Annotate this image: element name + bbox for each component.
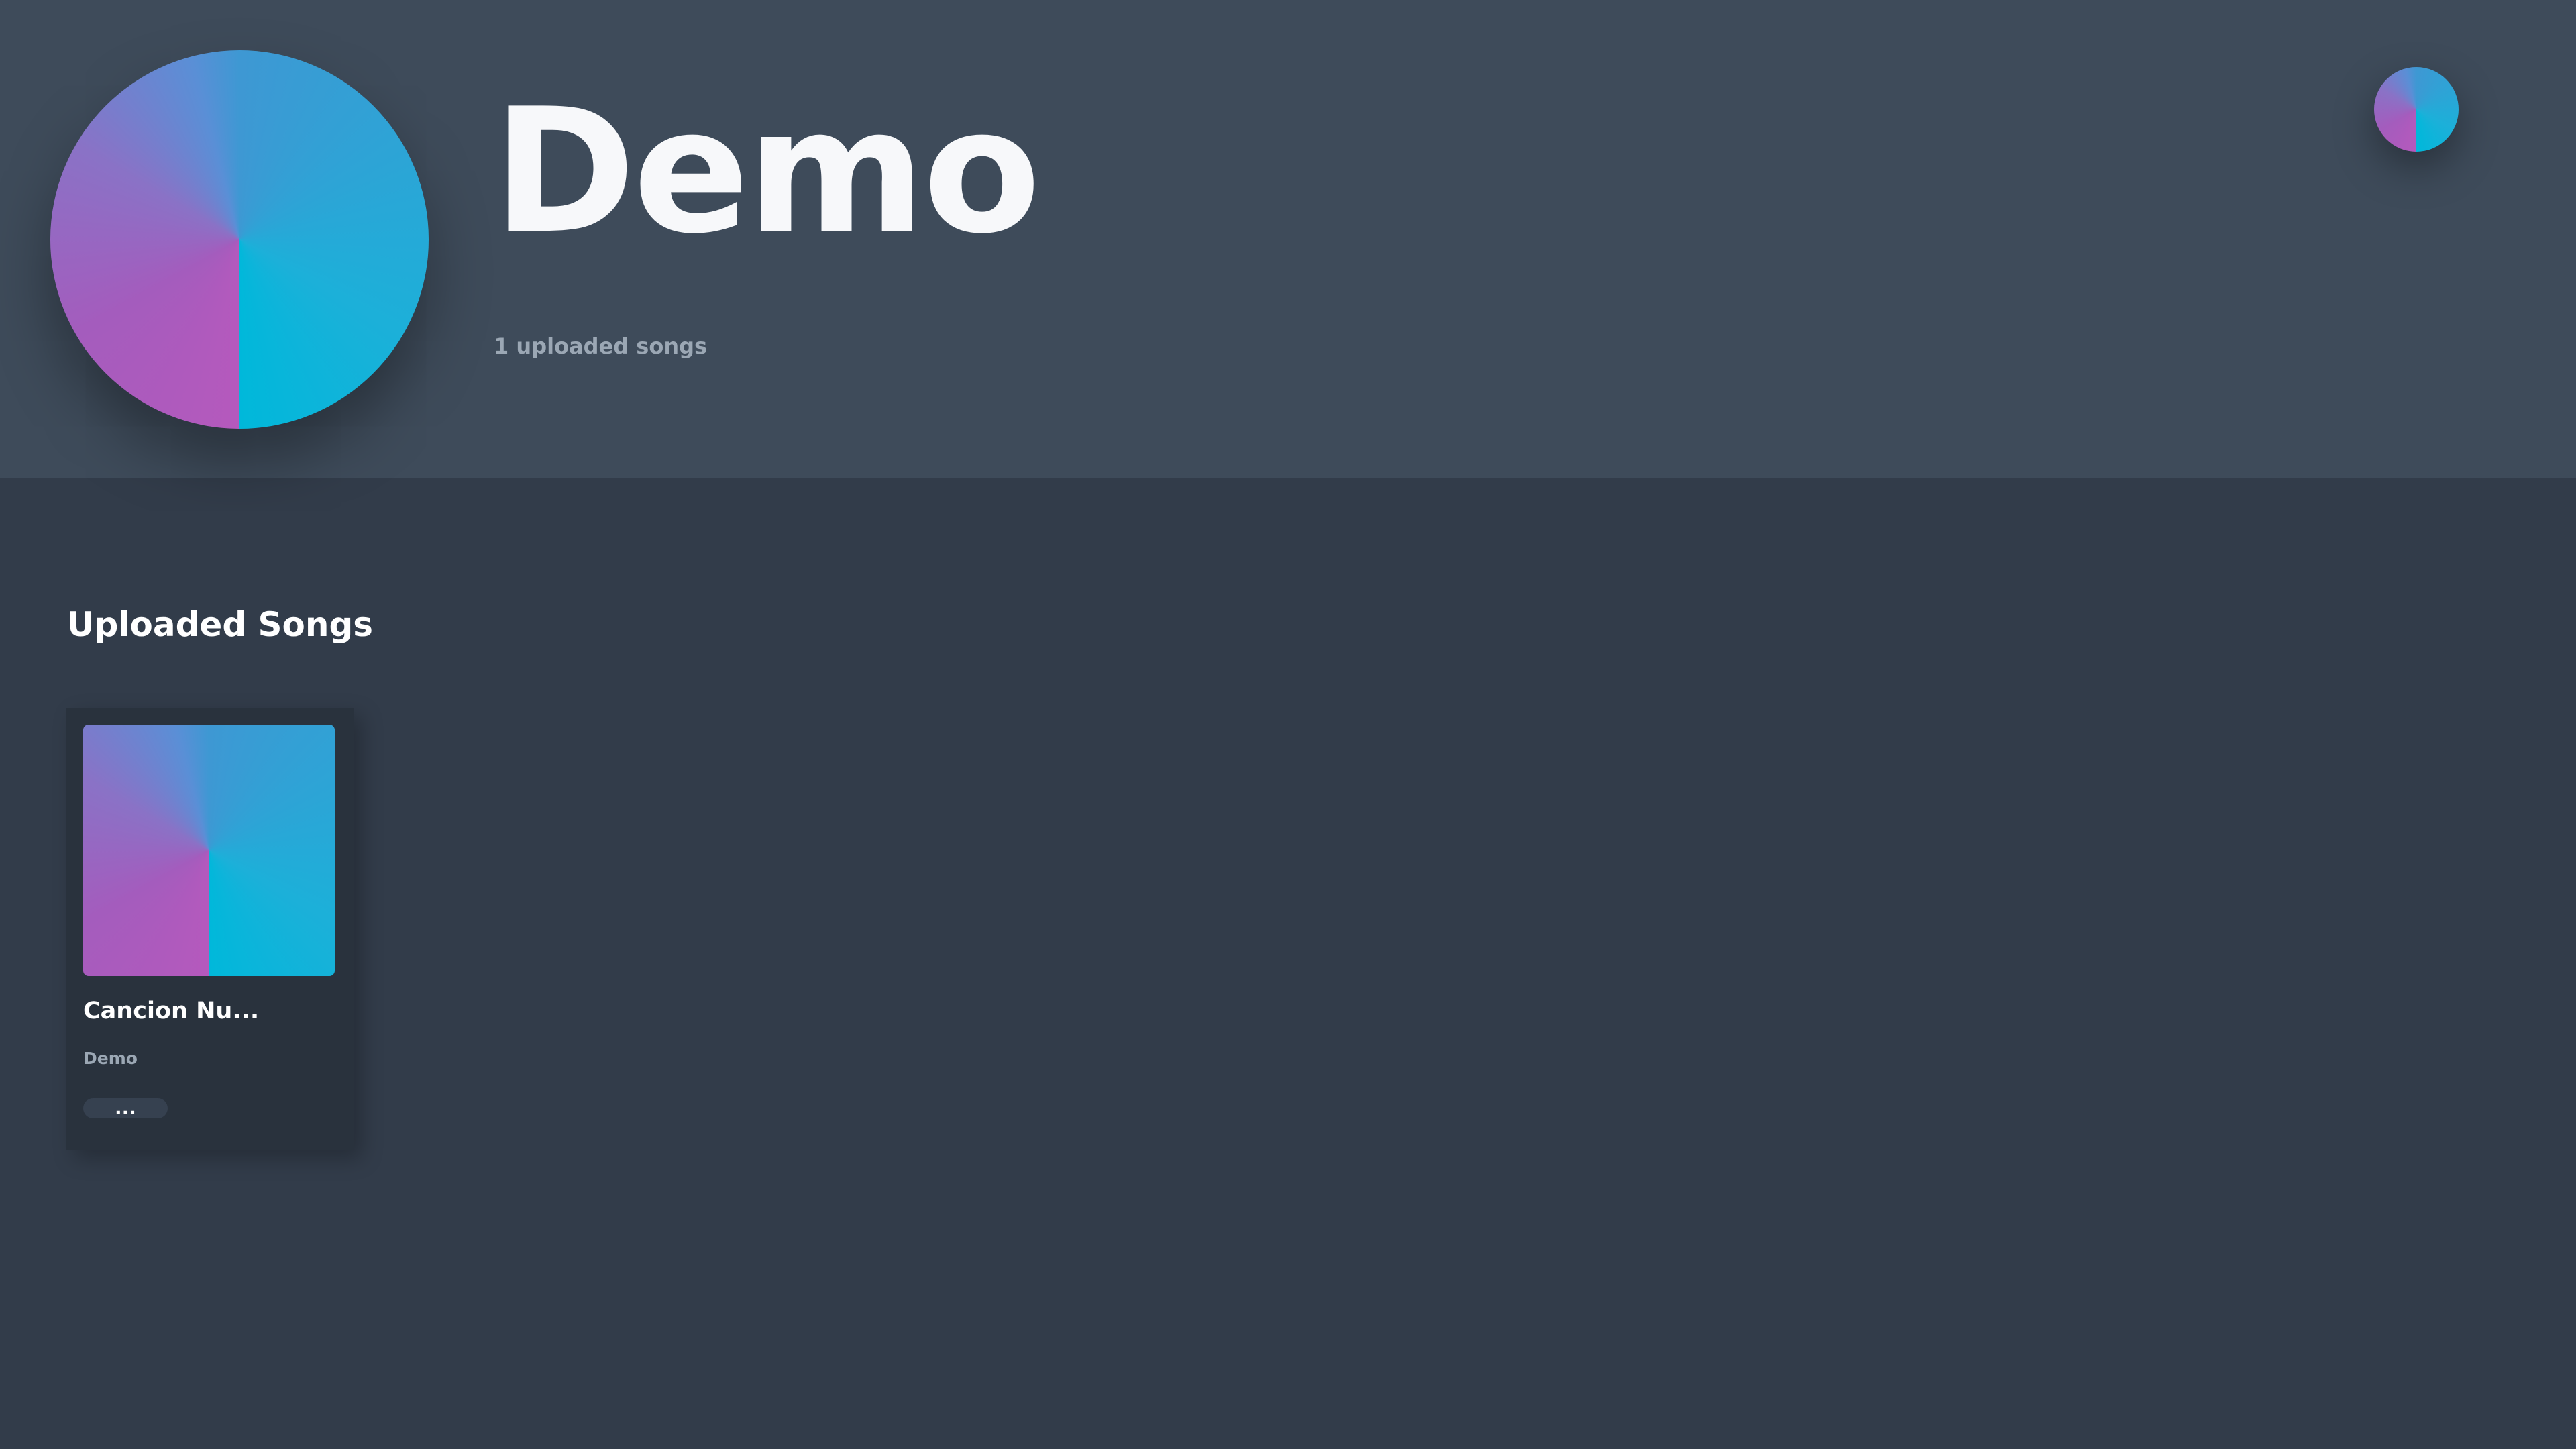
profile-name: Demo — [493, 72, 1041, 272]
section-title: Uploaded Songs — [67, 605, 374, 644]
song-card[interactable]: Cancion Nu... Demo ... — [66, 708, 354, 1150]
user-menu-avatar[interactable] — [2374, 67, 2459, 152]
more-options-button[interactable]: ... — [83, 1098, 168, 1118]
song-cover-image[interactable] — [83, 724, 335, 976]
profile-header: Demo 1 uploaded songs — [0, 0, 2576, 478]
song-artist: Demo — [83, 1049, 138, 1068]
profile-avatar — [50, 50, 429, 429]
profile-stats: 1 uploaded songs — [494, 333, 708, 359]
song-title: Cancion Nu... — [83, 998, 260, 1024]
